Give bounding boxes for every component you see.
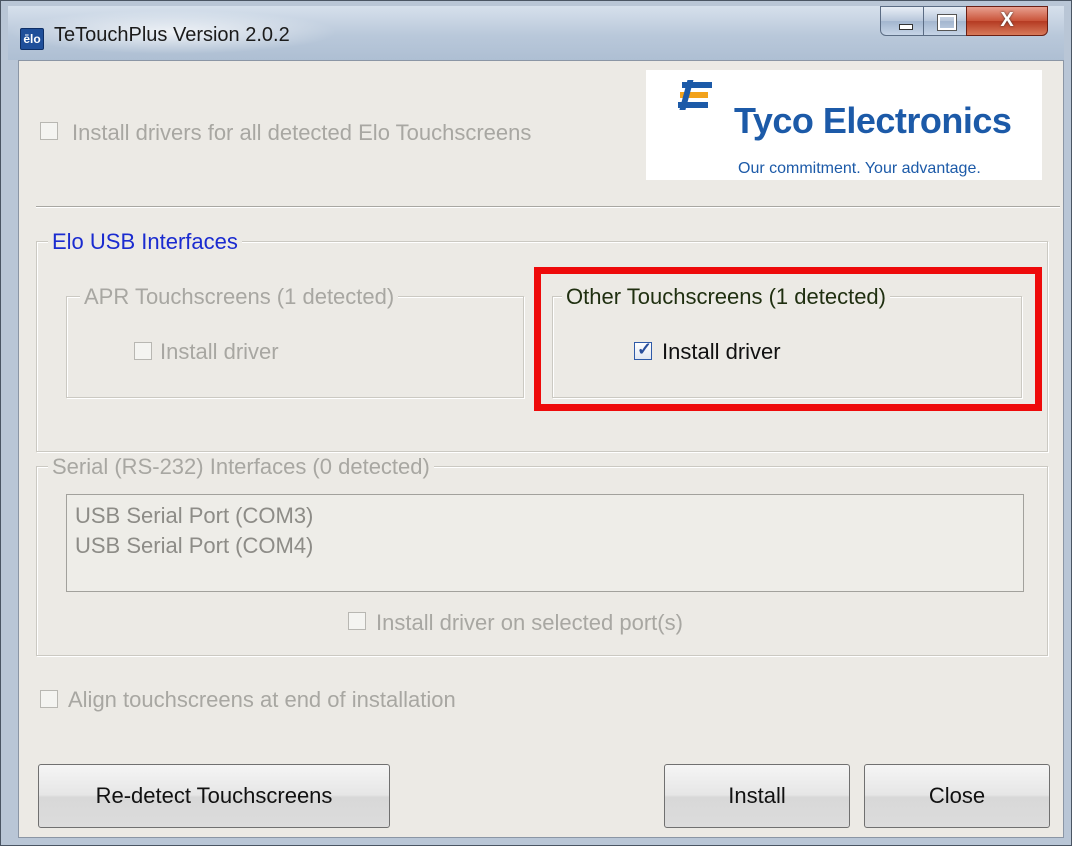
align-checkbox[interactable] (40, 690, 58, 708)
minimize-icon (899, 24, 913, 30)
serial-interfaces-legend: Serial (RS-232) Interfaces (0 detected) (48, 454, 434, 480)
close-window-button[interactable]: X (966, 6, 1048, 36)
highlight-box (534, 267, 1042, 411)
serial-port-list[interactable]: USB Serial Port (COM3) USB Serial Port (… (66, 494, 1024, 592)
tyco-logo: Tyco Electronics Our commitment. Your ad… (646, 70, 1042, 180)
tyco-logo-icon (678, 80, 712, 110)
logo-wordmark: Tyco Electronics (734, 100, 1012, 141)
maximize-button[interactable] (923, 6, 967, 36)
list-item[interactable]: USB Serial Port (COM4) (75, 533, 313, 559)
install-button[interactable]: Install (664, 764, 850, 828)
install-all-checkbox[interactable] (40, 122, 58, 140)
usb-interfaces-legend: Elo USB Interfaces (48, 229, 242, 255)
redetect-touchscreens-button[interactable]: Re-detect Touchscreens (38, 764, 390, 828)
apr-touchscreens-legend: APR Touchscreens (1 detected) (80, 284, 399, 310)
align-label: Align touchscreens at end of installatio… (68, 687, 456, 712)
minimize-button[interactable] (880, 6, 924, 36)
install-all-label: Install drivers for all detected Elo Tou… (72, 120, 532, 145)
serial-install-driver-checkbox[interactable] (348, 612, 366, 630)
separator (36, 206, 1060, 208)
app-icon[interactable]: ēlo (20, 28, 44, 50)
list-item[interactable]: USB Serial Port (COM3) (75, 503, 313, 529)
serial-install-driver-label: Install driver on selected port(s) (376, 610, 683, 635)
maximize-icon (937, 14, 957, 31)
apr-install-driver-label: Install driver (160, 339, 279, 364)
logo-tagline: Our commitment. Your advantage. (738, 160, 981, 177)
window-title: TeTouchPlus Version 2.0.2 (54, 24, 290, 46)
close-icon: X (1000, 9, 1014, 31)
apr-install-driver-checkbox[interactable] (134, 342, 152, 360)
close-button[interactable]: Close (864, 764, 1050, 828)
